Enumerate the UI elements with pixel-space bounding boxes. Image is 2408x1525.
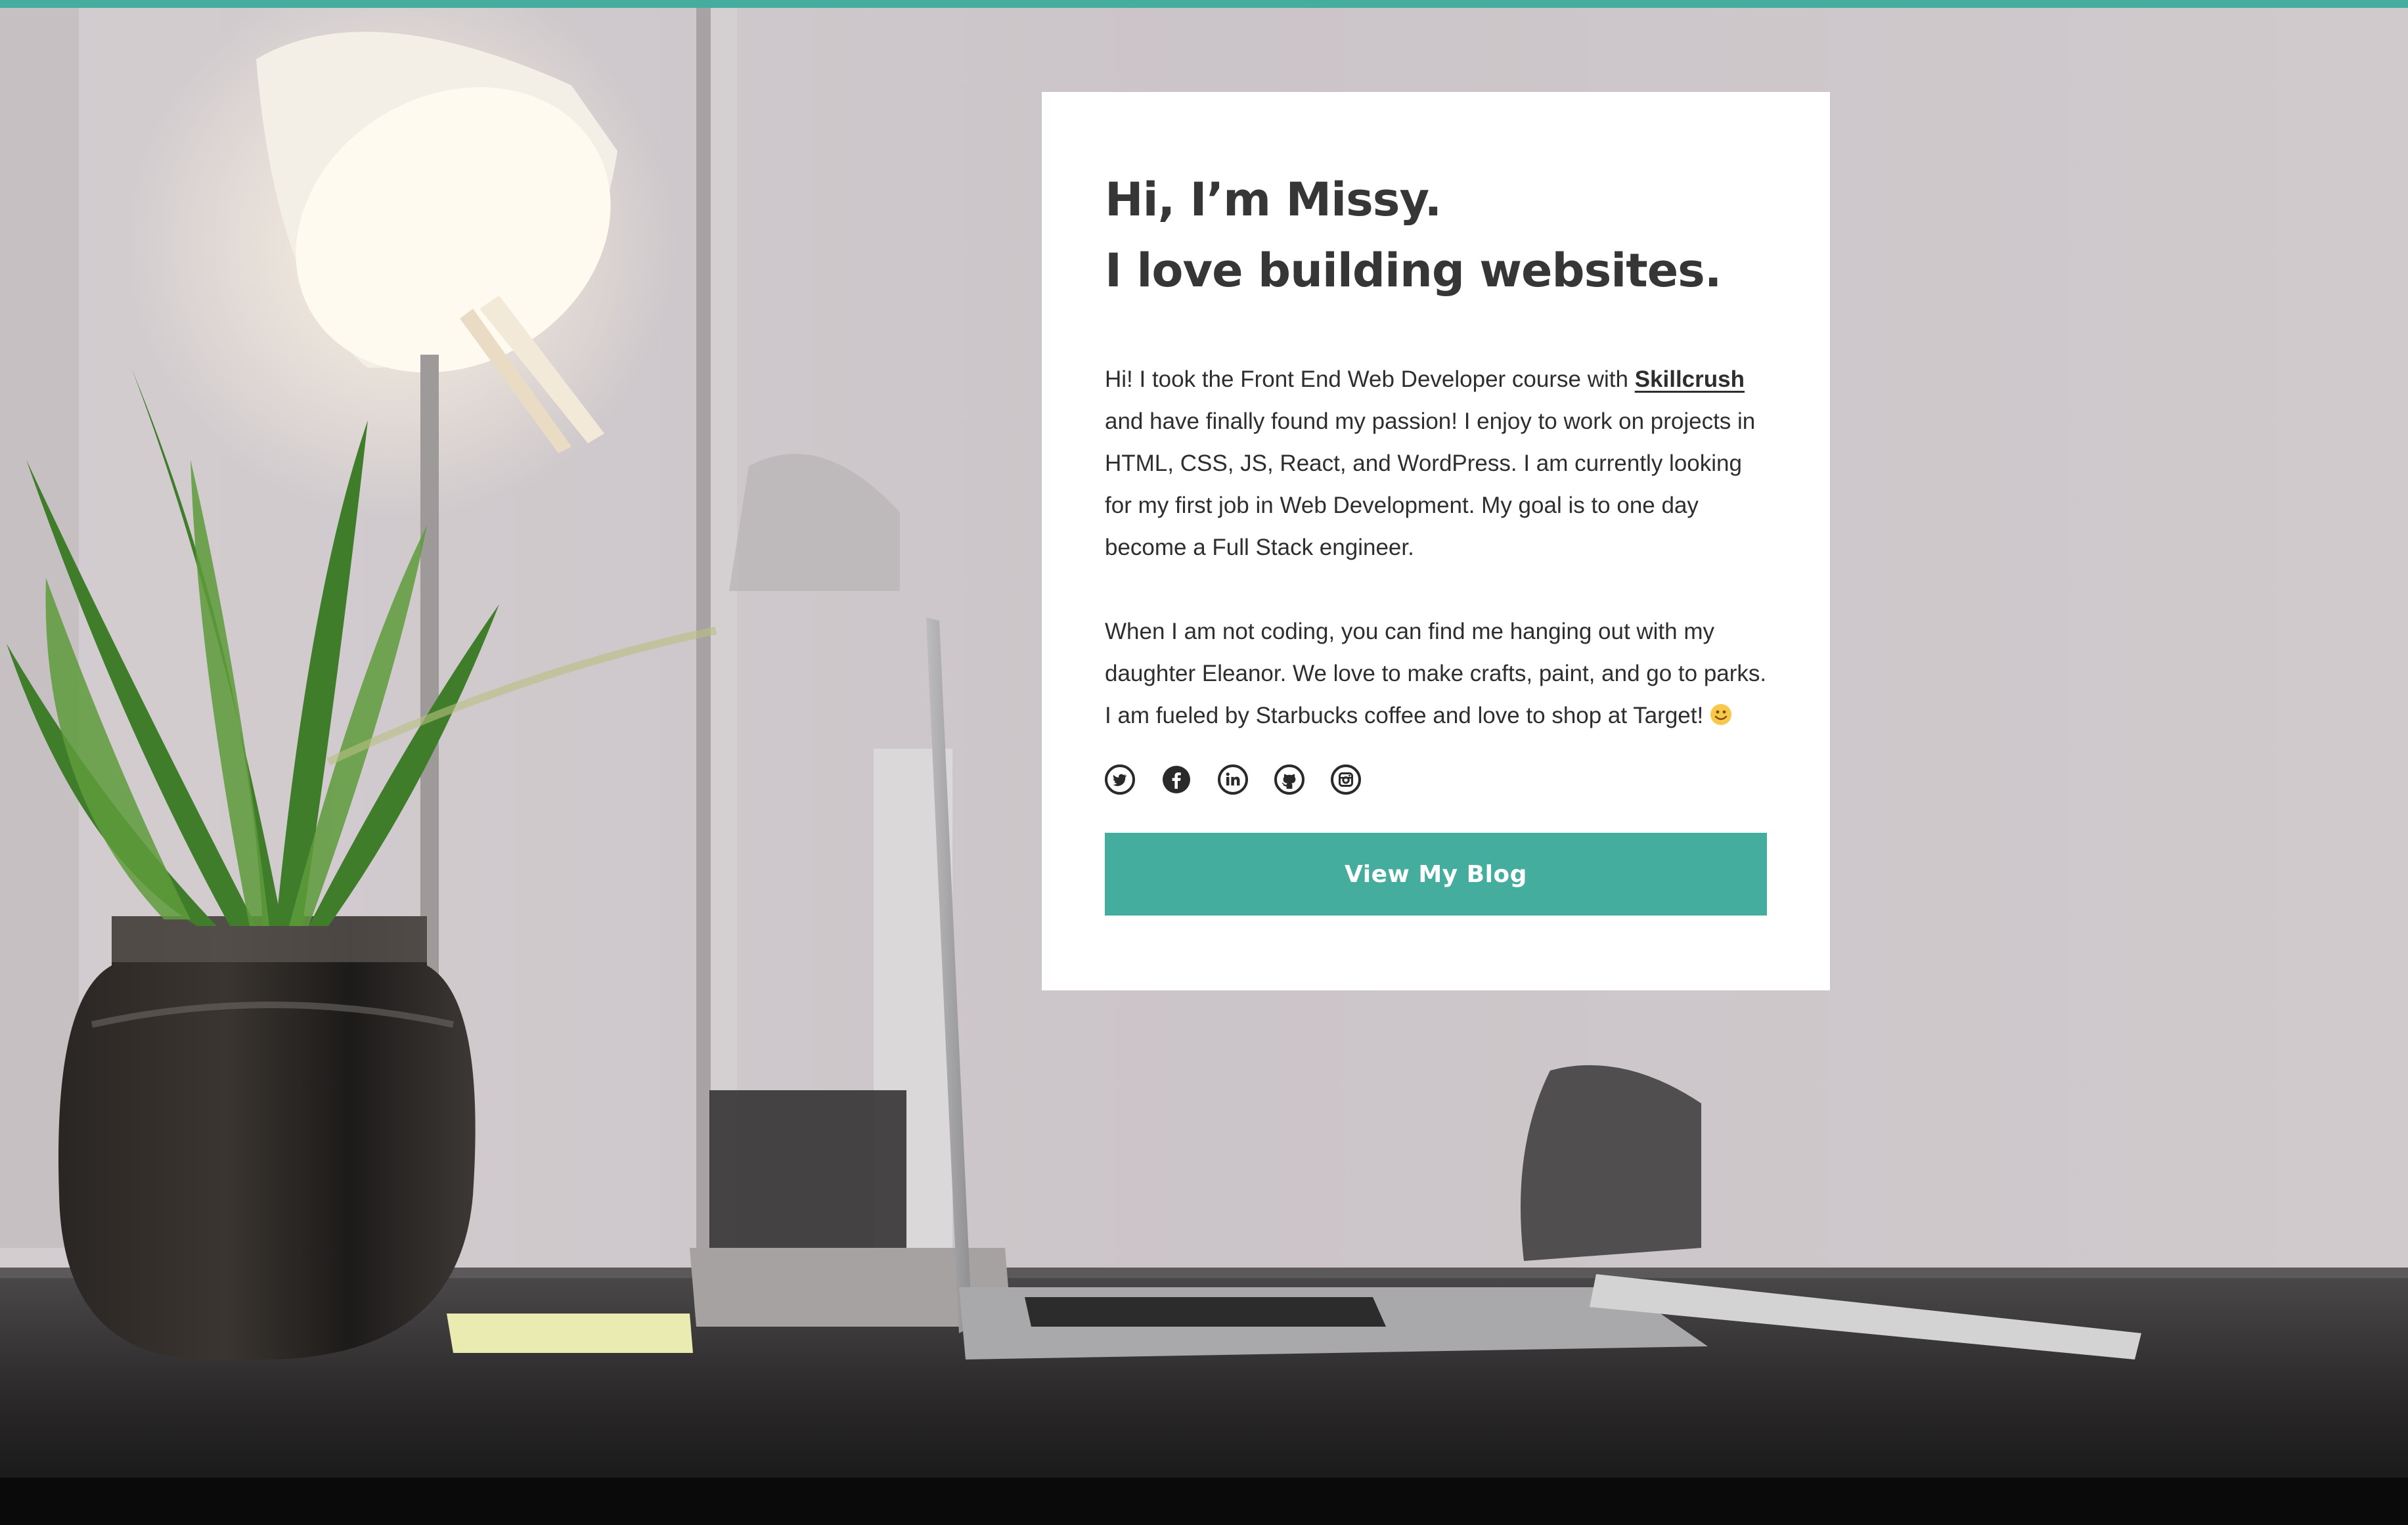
- linkedin-link[interactable]: [1218, 764, 1248, 795]
- bio-paragraph-1: Hi! I took the Front End Web Developer c…: [1105, 359, 1767, 569]
- view-blog-button[interactable]: View My Blog: [1105, 833, 1767, 916]
- twitter-link[interactable]: [1105, 764, 1135, 795]
- skillcrush-link[interactable]: Skillcrush: [1635, 366, 1745, 392]
- linkedin-icon: [1218, 764, 1248, 795]
- bio-paragraph-1-text-start: Hi! I took the Front End Web Developer c…: [1105, 366, 1635, 392]
- page-title: Hi, I’m Missy. I love building websites.: [1105, 164, 1767, 306]
- instagram-link[interactable]: [1331, 764, 1361, 795]
- smiley-face-icon: [1710, 697, 1732, 725]
- github-icon: [1274, 764, 1304, 795]
- social-links: [1105, 764, 1767, 795]
- intro-card: Hi, I’m Missy. I love building websites.…: [1042, 92, 1830, 990]
- github-link[interactable]: [1274, 764, 1304, 795]
- bio-paragraph-2-text: When I am not coding, you can find me ha…: [1105, 619, 1767, 728]
- twitter-icon: [1105, 764, 1135, 795]
- facebook-icon: [1163, 766, 1190, 793]
- facebook-link[interactable]: [1161, 764, 1192, 795]
- headline-line-1: Hi, I’m Missy.: [1105, 173, 1442, 227]
- bio-paragraph-2: When I am not coding, you can find me ha…: [1105, 611, 1767, 737]
- headline-line-2: I love building websites.: [1105, 244, 1722, 298]
- top-accent-bar: [0, 0, 2408, 8]
- instagram-icon: [1331, 764, 1361, 795]
- bio-section: Hi! I took the Front End Web Developer c…: [1105, 359, 1767, 737]
- bio-paragraph-1-text-end: and have finally found my passion! I enj…: [1105, 409, 1756, 560]
